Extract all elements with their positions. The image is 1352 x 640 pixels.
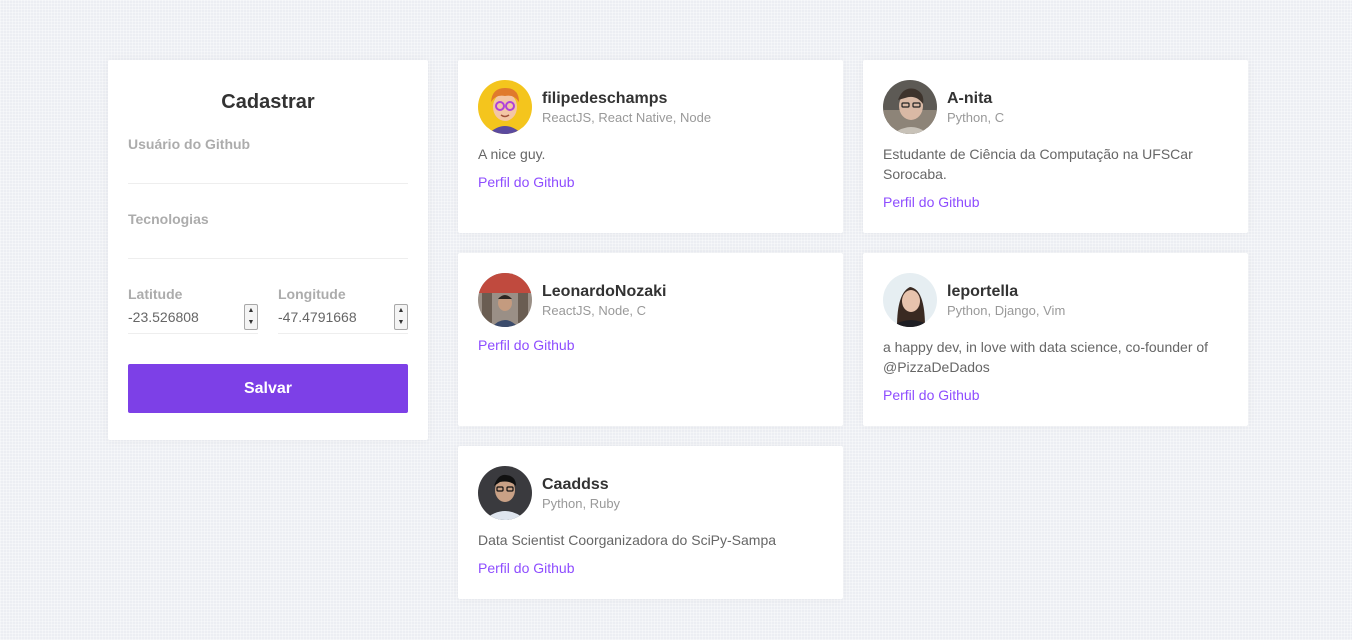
github-username-group: Usuário do Github <box>128 136 408 184</box>
stepper-up-icon[interactable]: ▲ <box>248 307 255 315</box>
latitude-group: Latitude -23.526808 ▲ ▼ <box>128 286 258 334</box>
cartoon-avatar-icon <box>478 80 532 134</box>
dev-card: Caaddss Python, Ruby Data Scientist Coor… <box>458 446 843 599</box>
dev-bio: Estudante de Ciência da Computação na UF… <box>883 146 1193 182</box>
dev-bio: a happy dev, in love with data science, … <box>883 339 1209 375</box>
avatar <box>478 273 532 327</box>
github-profile-link[interactable]: Perfil do Github <box>478 560 823 576</box>
register-form-panel: Cadastrar Usuário do Github Tecnologias … <box>108 60 428 440</box>
longitude-stepper[interactable]: ▲ ▼ <box>394 304 408 330</box>
techs-input[interactable] <box>128 227 408 259</box>
latitude-value: -23.526808 <box>128 309 199 325</box>
longitude-group: Longitude -47.4791668 ▲ ▼ <box>278 286 408 334</box>
stepper-down-icon[interactable]: ▼ <box>398 319 405 327</box>
github-profile-link[interactable]: Perfil do Github <box>883 194 1228 210</box>
dev-card-header: A-nita Python, C <box>883 80 1228 134</box>
latitude-input[interactable]: -23.526808 ▲ ▼ <box>128 304 258 334</box>
dev-name: leportella <box>947 282 1019 300</box>
avatar <box>478 80 532 134</box>
user-info: A-nita Python, C <box>947 90 1004 125</box>
photo-avatar-icon <box>883 80 937 134</box>
github-username-input[interactable] <box>128 152 408 184</box>
latitude-label: Latitude <box>128 286 183 302</box>
dev-techs: Python, Django, Vim <box>947 302 1066 318</box>
avatar <box>478 466 532 520</box>
user-info: LeonardoNozaki ReactJS, Node, C <box>542 283 666 318</box>
dev-name: filipedeschamps <box>542 89 668 107</box>
dev-name: LeonardoNozaki <box>542 282 667 300</box>
dev-card-header: leportella Python, Django, Vim <box>883 273 1228 327</box>
dev-name: A-nita <box>947 89 993 107</box>
dev-techs: ReactJS, Node, C <box>542 302 647 318</box>
github-profile-link[interactable]: Perfil do Github <box>478 337 823 353</box>
avatar <box>883 273 937 327</box>
dev-card-header: Caaddss Python, Ruby <box>478 466 823 520</box>
avatar <box>883 80 937 134</box>
user-info: leportella Python, Django, Vim <box>947 283 1065 318</box>
techs-group: Tecnologias <box>128 211 408 259</box>
github-username-label: Usuário do Github <box>128 136 251 152</box>
github-profile-link[interactable]: Perfil do Github <box>478 174 823 190</box>
user-info: Caaddss Python, Ruby <box>542 476 620 511</box>
longitude-value: -47.4791668 <box>278 309 357 325</box>
stepper-up-icon[interactable]: ▲ <box>398 307 405 315</box>
dev-card-header: filipedeschamps ReactJS, React Native, N… <box>478 80 823 134</box>
dev-bio: Data Scientist Coorganizadora do SciPy-S… <box>478 532 777 548</box>
dev-techs: Python, Ruby <box>542 495 621 511</box>
latitude-stepper[interactable]: ▲ ▼ <box>244 304 258 330</box>
longitude-input[interactable]: -47.4791668 ▲ ▼ <box>278 304 408 334</box>
github-profile-link[interactable]: Perfil do Github <box>883 387 1228 403</box>
save-button[interactable]: Salvar <box>128 364 408 413</box>
dev-card: leportella Python, Django, Vim a happy d… <box>863 253 1248 426</box>
dev-bio: A nice guy. <box>478 146 546 162</box>
coordinates-group: Latitude -23.526808 ▲ ▼ Longitude -47.47… <box>128 286 408 334</box>
techs-label: Tecnologias <box>128 211 209 227</box>
dev-card: filipedeschamps ReactJS, React Native, N… <box>458 60 843 233</box>
dev-techs: Python, C <box>947 109 1005 125</box>
dev-techs: ReactJS, React Native, Node <box>542 109 712 125</box>
stepper-down-icon[interactable]: ▼ <box>248 319 255 327</box>
longitude-label: Longitude <box>278 286 346 302</box>
dev-name: Caaddss <box>542 475 609 493</box>
dev-card-header: LeonardoNozaki ReactJS, Node, C <box>478 273 823 327</box>
dev-card: LeonardoNozaki ReactJS, Node, C Perfil d… <box>458 253 843 426</box>
form-title: Cadastrar <box>221 91 315 113</box>
photo-avatar-icon <box>883 273 937 327</box>
user-info: filipedeschamps ReactJS, React Native, N… <box>542 90 711 125</box>
dev-card: A-nita Python, C Estudante de Ciência da… <box>863 60 1248 233</box>
photo-avatar-icon <box>478 273 532 327</box>
photo-avatar-icon <box>478 466 532 520</box>
